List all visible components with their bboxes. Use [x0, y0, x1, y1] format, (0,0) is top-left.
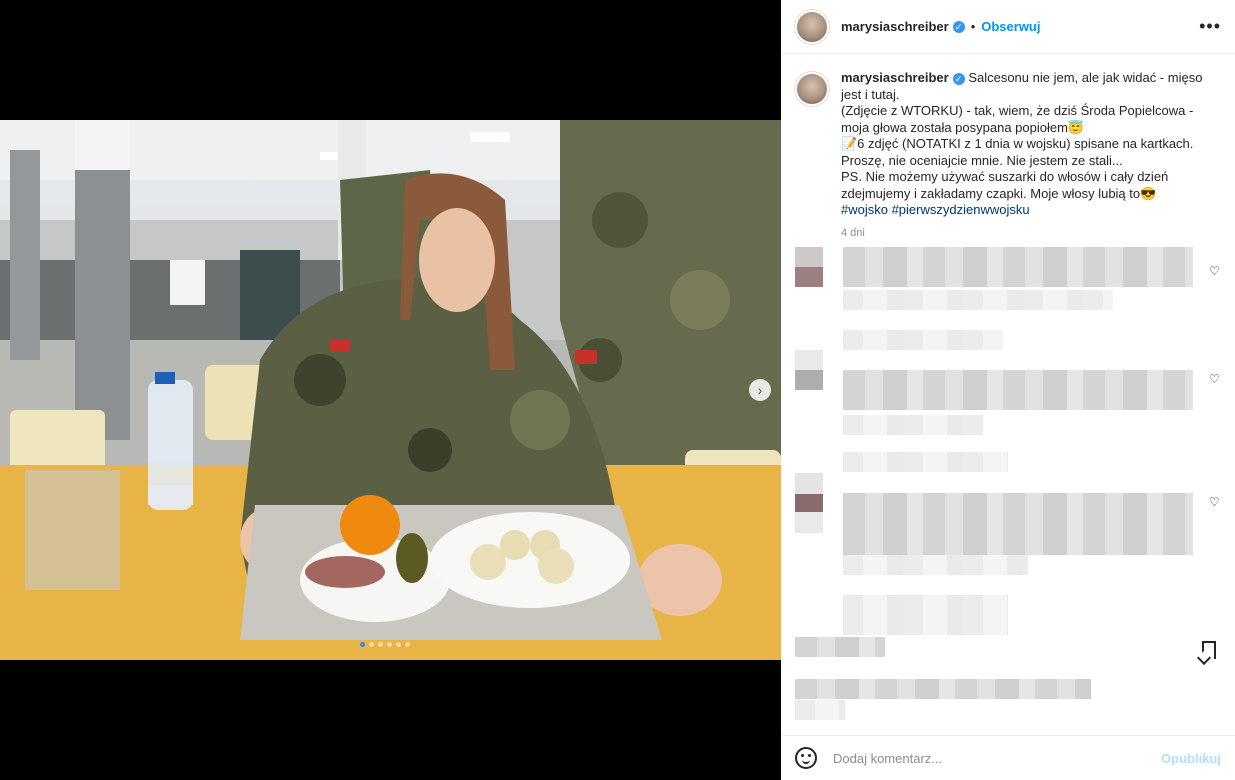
next-slide-button[interactable]: › — [749, 379, 771, 401]
caption-line-3: 📝6 zdjęć (NOTATKI z 1 dnia w wojsku) spi… — [841, 136, 1194, 168]
comment-avatar-blurred — [795, 473, 823, 533]
bookmark-icon[interactable] — [1202, 641, 1216, 659]
caption-hashtags[interactable]: #wojsko #pierwszydzienwwojsku — [841, 202, 1030, 217]
caption-body: marysiaschreiber ✓ Salcesonu nie jem, ale… — [841, 70, 1211, 241]
separator-dot: • — [970, 19, 976, 34]
more-options-icon[interactable]: ••• — [1199, 16, 1221, 37]
author-avatar[interactable] — [795, 9, 829, 44]
caption-line-4: PS. Nie możemy używać suszarki do włosów… — [841, 169, 1169, 201]
emoji-icon[interactable] — [795, 747, 817, 769]
photo-illustration — [0, 120, 781, 660]
carousel-dots — [360, 642, 410, 647]
likes-count-blurred — [795, 679, 1091, 699]
comment-text-blurred — [843, 493, 1193, 555]
carousel-dot — [396, 642, 401, 647]
comment-meta-blurred — [843, 415, 983, 435]
action-bar-blurred — [795, 637, 885, 657]
like-comment-heart-icon[interactable]: ♡ — [1209, 265, 1221, 277]
publish-button[interactable]: Opublikuj — [1161, 751, 1221, 766]
like-comment-heart-icon[interactable]: ♡ — [1209, 373, 1221, 385]
verified-badge-icon: ✓ — [952, 72, 965, 85]
caption-username[interactable]: marysiaschreiber — [841, 70, 949, 85]
carousel-dot — [360, 642, 365, 647]
comment-reply-blurred — [843, 330, 1003, 350]
author-username[interactable]: marysiaschreiber — [841, 19, 949, 34]
comment-bar: Dodaj komentarz... Opublikuj — [781, 735, 1235, 780]
comment-text-blurred — [843, 370, 1193, 410]
carousel-dot — [387, 642, 392, 647]
carousel-dot — [378, 642, 383, 647]
comment-avatar-blurred — [795, 247, 823, 287]
post-timestamp[interactable]: 4 dni — [841, 225, 1211, 242]
carousel-dot — [369, 642, 374, 647]
caption-line-2: (Zdjęcie z WTORKU) - tak, wiem, że dziś … — [841, 103, 1194, 135]
follow-button[interactable]: Obserwuj — [981, 19, 1040, 34]
comment-avatar-blurred — [795, 350, 823, 390]
comment-reply-blurred — [843, 595, 1008, 635]
like-comment-heart-icon[interactable]: ♡ — [1209, 496, 1221, 508]
comment-text-blurred — [843, 247, 1193, 287]
comment-meta-blurred — [843, 555, 1028, 575]
post-photo[interactable] — [0, 120, 781, 660]
post-side-panel: marysiaschreiber ✓ • Obserwuj ••• marysi… — [781, 0, 1235, 780]
date-blurred — [795, 700, 845, 720]
comment-input[interactable]: Dodaj komentarz... — [833, 751, 1161, 766]
carousel-dot — [405, 642, 410, 647]
post-caption: marysiaschreiber ✓ Salcesonu nie jem, ale… — [781, 54, 1235, 241]
media-area: › — [0, 0, 781, 780]
caption-author-avatar[interactable] — [795, 72, 829, 106]
comment-reply-blurred — [843, 452, 1008, 472]
post-header: marysiaschreiber ✓ • Obserwuj ••• — [781, 0, 1235, 54]
comment-meta-blurred — [843, 290, 1113, 310]
verified-badge-icon: ✓ — [952, 20, 965, 33]
